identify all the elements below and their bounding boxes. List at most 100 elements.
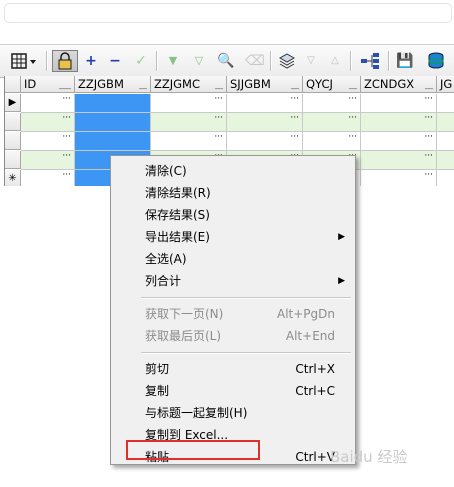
filter-icon: ▽ <box>194 54 204 67</box>
menu-item-label: 复制 <box>145 384 170 398</box>
tree-button[interactable] <box>358 51 382 71</box>
menu-item-label: 保存结果(S) <box>145 208 210 222</box>
eraser-button[interactable]: ⌫ <box>244 51 266 71</box>
menu-item[interactable]: 与标题一起复制(H) <box>113 402 353 424</box>
menu-item: 获取下一页(N) Alt+PgDn <box>113 303 353 325</box>
confirm-icon: ✓ <box>135 53 147 69</box>
paste-highlight-box <box>126 440 260 460</box>
column-dropdown-icon: ___ <box>59 80 71 89</box>
menu-item[interactable]: 保存结果(S) <box>113 204 353 226</box>
column-header-zzjgbm[interactable]: ZZJGBM __ <box>75 76 151 93</box>
find-button[interactable]: 🔍 <box>214 51 238 71</box>
menu-item-label: 列合计 <box>145 274 182 288</box>
binoculars-icon: 🔍 <box>217 53 235 69</box>
cell-qycj[interactable]: ··· <box>303 113 361 132</box>
cell-id[interactable]: ··· <box>21 170 75 186</box>
cell-sjjgbm[interactable]: ··· <box>227 113 303 132</box>
cell-zzjgbm[interactable] <box>75 132 151 151</box>
cell-id[interactable]: ··· <box>21 94 75 113</box>
column-dropdown-icon: __ <box>349 80 357 89</box>
menu-item[interactable]: 导出结果(E) ▶ <box>113 226 353 248</box>
cell-id[interactable]: ··· <box>21 151 75 170</box>
cell-zzjgbm[interactable] <box>75 94 151 113</box>
row-indicator[interactable]: ▶ <box>5 94 21 112</box>
cell-jg[interactable]: ··· <box>437 170 454 186</box>
menu-item[interactable]: 全选(A) <box>113 248 353 270</box>
cell-zzjgmc[interactable]: ··· <box>151 94 227 113</box>
sort-desc-button[interactable]: ▽ <box>302 51 320 71</box>
menu-item[interactable]: 列合计 ▶ <box>113 270 353 292</box>
column-dropdown-icon: __ <box>425 80 433 89</box>
column-header-sjjgbm[interactable]: SJJGBM __ <box>227 76 303 93</box>
cell-zcndgx[interactable]: ··· <box>361 94 437 113</box>
cell-zcndgx[interactable]: ··· <box>361 151 437 170</box>
toolbar-separator <box>46 51 48 71</box>
query-toolbar: + − ✓ ▼ ▽ 🔍 ⌫ ▽ △ 💾 <box>0 44 454 78</box>
database-icon <box>428 52 444 69</box>
toolbar-separator <box>350 51 352 71</box>
save-icon: 💾 <box>396 53 414 69</box>
cell-id[interactable]: ··· <box>21 132 75 151</box>
row-indicator[interactable]: ✳ <box>5 170 21 186</box>
cell-zcndgx[interactable]: ··· <box>361 132 437 151</box>
row-indicator[interactable] <box>5 151 21 169</box>
menu-item[interactable]: 清除结果(R) <box>113 182 353 204</box>
cell-id[interactable]: ··· <box>21 113 75 132</box>
toolbar-separator <box>156 51 158 71</box>
lock-icon <box>58 52 72 70</box>
column-dropdown-icon: __ <box>291 80 299 89</box>
menu-item-label: 清除(C) <box>145 164 187 178</box>
cell-jg[interactable]: ··· <box>437 132 454 151</box>
context-menu: 清除(C) 清除结果(R) 保存结果(S) 导出结果(E) ▶ 全选(A) 列合计 ▶ 获取下一… <box>110 155 356 465</box>
menu-item-label: 获取下一页(N) <box>145 307 224 321</box>
database-button[interactable] <box>424 51 448 71</box>
window-top-area <box>0 0 454 40</box>
layer-button[interactable] <box>276 51 298 71</box>
cell-zcndgx[interactable]: ··· <box>361 170 437 186</box>
menu-item-label: 剪切 <box>145 362 170 376</box>
cell-zzjgmc[interactable]: ··· <box>151 113 227 132</box>
row-indicator[interactable] <box>5 113 21 131</box>
column-header-zcndgx[interactable]: ZCNDGX __ <box>361 76 437 93</box>
sort-asc-icon: △ <box>331 55 339 66</box>
menu-item[interactable]: 剪切 Ctrl+X <box>113 358 353 380</box>
menu-item[interactable]: 复制 Ctrl+C <box>113 380 353 402</box>
sort-desc-icon: ▽ <box>307 55 315 66</box>
filter-button[interactable]: ▽ <box>188 51 210 71</box>
cell-jg[interactable]: ··· <box>437 113 454 132</box>
column-header-jg[interactable]: JG <box>437 76 454 93</box>
submenu-arrow-icon: ▶ <box>338 232 345 242</box>
menu-item-shortcut: Ctrl+C <box>295 384 335 398</box>
sort-asc-button[interactable]: △ <box>326 51 344 71</box>
remove-record-button[interactable]: − <box>106 51 124 71</box>
cell-qycj[interactable]: ··· <box>303 132 361 151</box>
watermark: Baidu 经验 <box>330 448 408 466</box>
cell-jg[interactable]: ··· <box>437 94 454 113</box>
toolbar-separator <box>270 51 272 71</box>
column-dropdown-icon: __ <box>215 80 223 89</box>
tree-icon <box>361 53 379 69</box>
add-record-button[interactable]: + <box>82 51 100 71</box>
column-header-qycj[interactable]: QYCJ __ <box>303 76 361 93</box>
column-header-id[interactable]: ID ___ <box>21 76 75 93</box>
filter-down-button[interactable]: ▼ <box>162 51 184 71</box>
menu-item-label: 导出结果(E) <box>145 230 210 244</box>
menu-item[interactable]: 清除(C) <box>113 160 353 182</box>
cell-sjjgbm[interactable]: ··· <box>227 94 303 113</box>
lock-button[interactable] <box>52 50 78 72</box>
cell-jg[interactable]: ··· <box>437 151 454 170</box>
cell-zcndgx[interactable]: ··· <box>361 113 437 132</box>
row-indicator[interactable] <box>5 132 21 150</box>
confirm-button[interactable]: ✓ <box>130 51 152 71</box>
cell-zzjgbm[interactable] <box>75 113 151 132</box>
cell-zzjgmc[interactable]: ··· <box>151 132 227 151</box>
column-header-zzjgmc[interactable]: ZZJGMC __ <box>151 76 227 93</box>
add-record-icon: + <box>85 53 97 69</box>
menu-item-label: 清除结果(R) <box>145 186 211 200</box>
save-button[interactable]: 💾 <box>394 51 416 71</box>
menu-item-shortcut: Ctrl+X <box>295 362 335 376</box>
cell-sjjgbm[interactable]: ··· <box>227 132 303 151</box>
cell-qycj[interactable]: ··· <box>303 94 361 113</box>
grid-menu-button[interactable] <box>8 51 40 71</box>
menu-separator <box>141 352 351 354</box>
